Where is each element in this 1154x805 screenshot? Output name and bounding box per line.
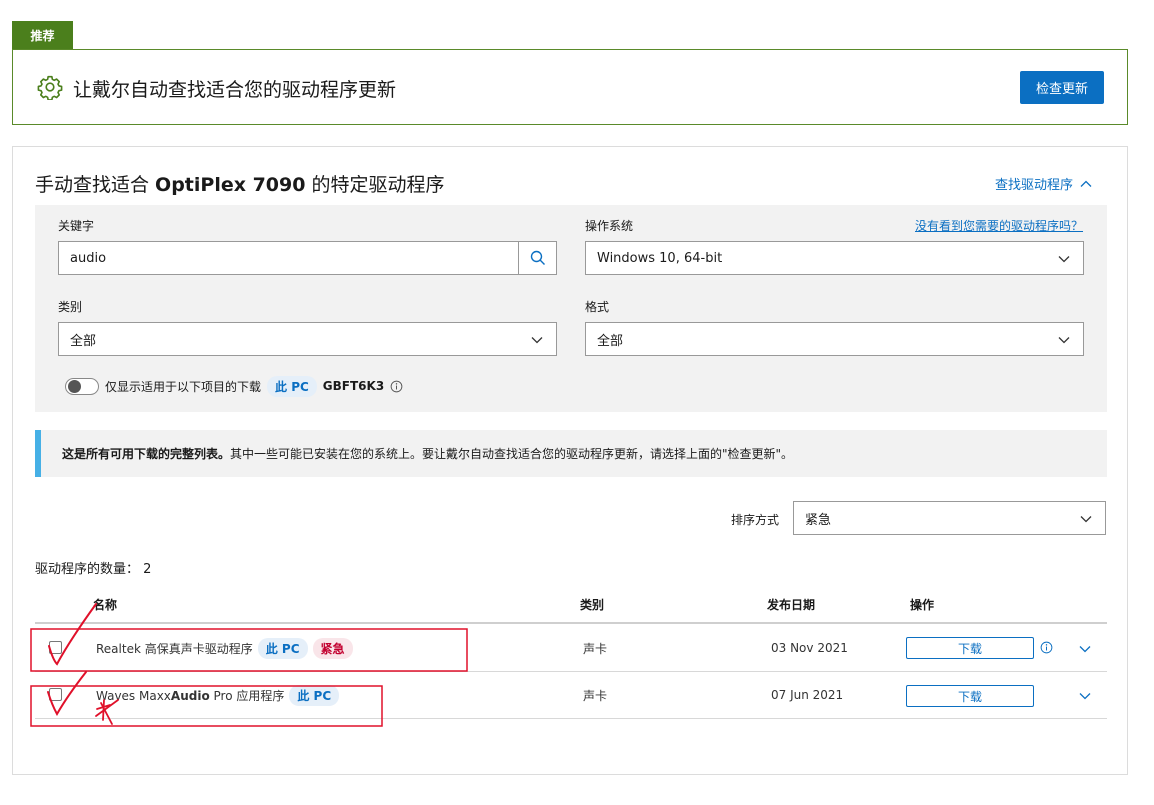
recommend-text: 让戴尔自动查找适合您的驱动程序更新: [73, 79, 397, 101]
row-checkbox[interactable]: [49, 641, 62, 654]
chevron-down-icon[interactable]: [1078, 689, 1092, 703]
row-divider: [35, 671, 1107, 672]
row-category: 声卡: [583, 641, 608, 656]
keyword-value: audio: [70, 250, 107, 266]
format-value: 全部: [597, 333, 624, 349]
missing-driver-link[interactable]: 没有看到您需要的驱动程序吗？: [915, 217, 1083, 234]
notice-banner: 这是所有可用下载的完整列表。其中一些可能已安装在您的系统上。要让戴尔自动查找适合…: [35, 430, 1107, 477]
keyword-input[interactable]: audio: [58, 241, 557, 275]
format-label: 格式: [585, 300, 610, 314]
col-header-date: 发布日期: [767, 598, 816, 612]
chevron-down-icon: [1080, 516, 1092, 523]
notice-bold: 这是所有可用下载的完整列表。: [62, 447, 231, 461]
os-select[interactable]: Windows 10, 64-bit: [585, 241, 1084, 275]
format-select[interactable]: 全部: [585, 322, 1084, 356]
row-date: 07 Jun 2021: [771, 688, 844, 702]
row-divider: [35, 718, 1107, 719]
find-drivers-link[interactable]: 查找驱动程序: [995, 174, 1093, 193]
category-value: 全部: [70, 333, 97, 349]
sort-label: 排序方式: [731, 513, 780, 527]
info-icon[interactable]: [1040, 641, 1053, 654]
this-pc-badge: 此 PC: [257, 637, 308, 659]
driver-name: Waves MaxxAudio Pro 应用程序: [96, 688, 285, 703]
row-category: 声卡: [583, 688, 608, 703]
os-label: 操作系统: [585, 219, 634, 233]
download-button[interactable]: 下载: [906, 685, 1034, 707]
row-checkbox[interactable]: [49, 688, 62, 701]
table-header-divider: [35, 622, 1107, 624]
service-tag: GBFT6K3: [322, 379, 385, 393]
chevron-down-icon: [531, 337, 543, 344]
driver-name: Realtek 高保真声卡驱动程序: [96, 641, 253, 656]
chevron-down-icon: [1058, 337, 1070, 344]
table-row-name: Realtek 高保真声卡驱动程序 此 PC 紧急: [96, 637, 353, 659]
chevron-down-icon: [1058, 256, 1070, 263]
search-button[interactable]: [518, 241, 557, 275]
row-date: 03 Nov 2021: [771, 641, 848, 655]
this-pc-filter-row: 仅显示适用于以下项目的下载 此 PC GBFT6K3: [65, 375, 403, 397]
sort-value: 紧急: [805, 512, 832, 528]
os-value: Windows 10, 64-bit: [597, 250, 723, 266]
col-header-category: 类别: [580, 598, 605, 612]
driver-count: 驱动程序的数量： 2: [35, 562, 152, 577]
notice-text: 其中一些可能已安装在您的系统上。要让戴尔自动查找适合您的驱动程序更新，请选择上面…: [230, 447, 794, 461]
category-select[interactable]: 全部: [58, 322, 557, 356]
this-pc-badge: 此 PC: [289, 684, 340, 706]
sort-select[interactable]: 紧急: [793, 501, 1106, 535]
gear-icon: [37, 75, 63, 100]
page-title: 手动查找适合 OptiPlex 7090 的特定驱动程序: [35, 174, 445, 196]
manual-search-card: 手动查找适合 OptiPlex 7090 的特定驱动程序 查找驱动程序 关键字 …: [12, 146, 1128, 775]
search-icon: [530, 250, 545, 265]
table-row-name: Waves MaxxAudio Pro 应用程序 此 PC: [96, 684, 340, 706]
toggle-label: 仅显示适用于以下项目的下载: [105, 379, 262, 394]
chevron-down-icon[interactable]: [1078, 642, 1092, 656]
col-header-name: 名称: [93, 598, 118, 612]
recommend-panel: 让戴尔自动查找适合您的驱动程序更新 检查更新: [12, 49, 1128, 125]
check-updates-button[interactable]: 检查更新: [1020, 71, 1104, 104]
recommend-tab: 推荐: [12, 21, 73, 49]
this-pc-toggle[interactable]: [65, 377, 99, 395]
urgent-badge: 紧急: [312, 637, 353, 659]
keyword-label: 关键字: [58, 219, 95, 233]
this-pc-badge: 此 PC: [267, 375, 317, 397]
col-header-action: 操作: [910, 598, 935, 612]
download-button[interactable]: 下载: [906, 637, 1034, 659]
info-icon[interactable]: [390, 380, 403, 393]
category-label: 类别: [58, 300, 83, 314]
find-drivers-label: 查找驱动程序: [995, 178, 1074, 193]
chevron-up-icon: [1080, 180, 1092, 187]
